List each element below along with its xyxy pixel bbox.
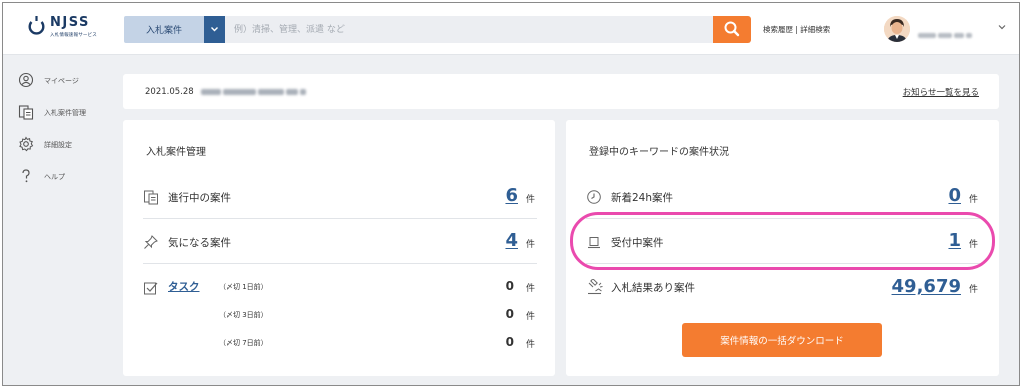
task-unit: 件 xyxy=(525,284,535,294)
search-icon xyxy=(724,21,740,37)
top-header: NJSS 入札情報速報サービス 入札案件 検索履歴 | 詳細検索 xyxy=(3,3,1019,55)
sidebar-item-bid-management[interactable]: 入札案件管理 xyxy=(18,104,113,122)
search-button[interactable] xyxy=(713,16,751,43)
row-label: 入札結果あり案件 xyxy=(611,282,695,294)
row-unit: 件 xyxy=(525,240,535,250)
sidebar-item-settings[interactable]: 詳細設定 xyxy=(18,136,113,154)
sidebar-item-label: ヘルプ xyxy=(44,173,65,181)
user-circle-icon xyxy=(18,72,34,88)
sidebar-item-label: マイページ xyxy=(44,77,79,85)
avatar[interactable] xyxy=(884,16,910,42)
card-title: 入札案件管理 xyxy=(146,147,206,158)
user-avatar-icon xyxy=(884,16,910,42)
question-icon xyxy=(22,169,30,183)
documents-icon xyxy=(144,190,158,205)
app-frame: NJSS 入札情報速報サービス 入札案件 検索履歴 | 詳細検索 xyxy=(2,2,1020,386)
row-label: 気になる案件 xyxy=(168,237,231,249)
task-unit: 件 xyxy=(525,312,535,322)
search-links: 検索履歴 | 詳細検索 xyxy=(763,24,830,35)
task-count-3days[interactable]: 0 xyxy=(506,307,514,321)
task-count-7days[interactable]: 0 xyxy=(506,335,514,349)
highlight-annotation xyxy=(570,212,995,270)
task-row: タスク （〆切 1日前） 0 件 （〆切 3日前） 0 件 （〆切 7日前） 0… xyxy=(143,265,537,365)
search-history-link[interactable]: 検索履歴 xyxy=(763,25,793,34)
search-input[interactable] xyxy=(225,16,713,43)
sidebar: マイページ 入札案件管理 詳細設定 ヘルプ xyxy=(3,56,113,385)
logo-mark-icon xyxy=(28,16,45,35)
documents-icon xyxy=(18,105,34,120)
row-label: 新着24h案件 xyxy=(611,192,674,204)
task-deadline-7days: （〆切 7日前） xyxy=(219,339,268,347)
gear-icon xyxy=(19,136,34,152)
all-notices-link[interactable]: お知らせ一覧を見る xyxy=(903,86,979,98)
gavel-icon xyxy=(588,279,603,295)
clock-icon xyxy=(587,190,601,204)
new-24h-count-link[interactable]: 0 xyxy=(948,185,961,206)
task-link[interactable]: タスク xyxy=(168,279,200,294)
ongoing-projects-row: 進行中の案件 6 件 xyxy=(143,175,537,219)
task-unit: 件 xyxy=(525,340,535,350)
checkbox-icon xyxy=(144,282,158,295)
search-category-label: 入札案件 xyxy=(146,26,183,36)
search-category-select[interactable]: 入札案件 xyxy=(124,16,204,43)
chevron-down-icon xyxy=(211,27,218,32)
logo-subtitle: 入札情報速報サービス xyxy=(50,33,97,38)
card-title: 登録中のキーワードの案件状況 xyxy=(589,147,729,158)
user-name-redacted xyxy=(918,23,978,38)
user-menu-chevron-icon[interactable] xyxy=(997,22,1007,32)
bid-results-row: 入札結果あり案件 49,679 件 xyxy=(586,265,980,309)
row-unit: 件 xyxy=(968,285,978,295)
watched-projects-row: 気になる案件 4 件 xyxy=(143,220,537,264)
row-label: 進行中の案件 xyxy=(168,192,231,204)
bid-management-card: 入札案件管理 進行中の案件 6 件 気になる案件 4 件 タスク （〆切 1日前… xyxy=(123,120,555,376)
row-unit: 件 xyxy=(968,195,978,205)
ongoing-projects-count-link[interactable]: 6 xyxy=(505,185,518,206)
sidebar-item-label: 入札案件管理 xyxy=(44,109,86,117)
notice-bar: 2021.05.28 お知らせ一覧を見る xyxy=(123,74,999,109)
pin-icon xyxy=(144,235,158,249)
task-count-1day[interactable]: 0 xyxy=(506,279,514,293)
sidebar-item-mypage[interactable]: マイページ xyxy=(18,72,113,90)
sidebar-item-label: 詳細設定 xyxy=(44,141,72,149)
bulk-download-button[interactable]: 案件情報の一括ダウンロード xyxy=(682,323,882,357)
njss-logo[interactable]: NJSS 入札情報速報サービス xyxy=(28,12,98,46)
bid-results-count-link[interactable]: 49,679 xyxy=(892,276,961,297)
task-deadline-3days: （〆切 3日前） xyxy=(219,311,268,319)
row-unit: 件 xyxy=(525,195,535,205)
logo-text: NJSS xyxy=(50,15,90,30)
watched-projects-count-link[interactable]: 4 xyxy=(505,230,518,251)
task-deadline-1day: （〆切 1日前） xyxy=(219,283,268,291)
notice-text-redacted[interactable] xyxy=(201,87,306,97)
advanced-search-link[interactable]: 詳細検索 xyxy=(800,25,830,34)
search-category-dropdown-button[interactable] xyxy=(204,16,225,43)
sidebar-item-help[interactable]: ヘルプ xyxy=(18,168,113,186)
notice-date: 2021.05.28 xyxy=(145,87,194,97)
